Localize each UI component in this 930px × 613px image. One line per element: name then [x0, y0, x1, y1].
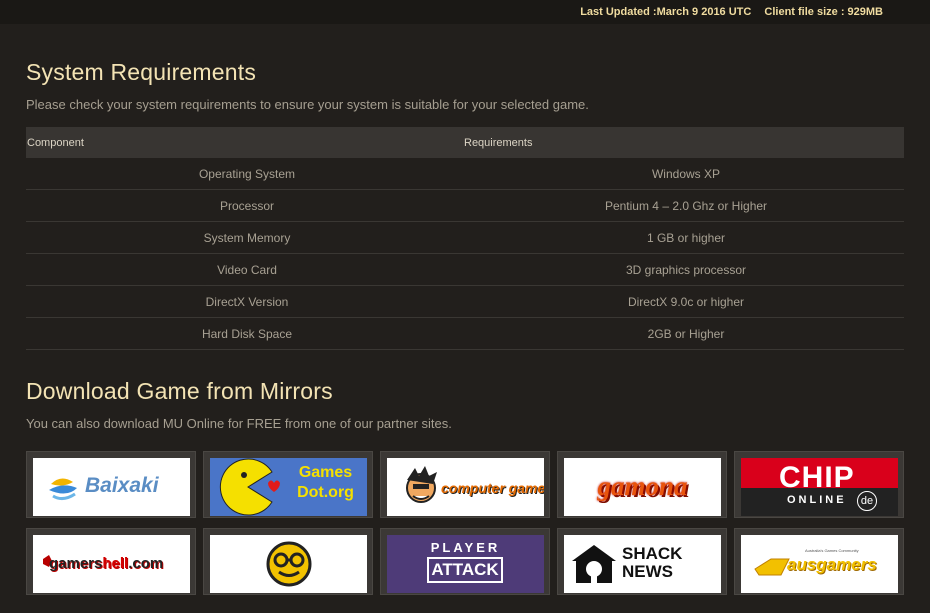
requirement-cell: Pentium 4 – 2.0 Ghz or Higher	[468, 189, 904, 222]
update-info: Last Updated :March 9 2016 UTC Client fi…	[570, 6, 883, 18]
component-cell: System Memory	[26, 221, 468, 254]
chip-online-text: ONLINE	[787, 494, 847, 506]
table-row: System Memory 1 GB or higher	[26, 221, 904, 254]
mirrors-title: Download Game from Mirrors	[26, 378, 333, 404]
pacman-logo: Games Dot.org	[210, 458, 367, 516]
component-cell: Video Card	[26, 253, 468, 286]
chip-logo: CHIP ONLINE de	[741, 458, 898, 516]
mirror-tile-gamesdot[interactable]: Games Dot.org	[203, 451, 373, 518]
player-attack-logo: PLAYER ATTACK	[387, 535, 544, 593]
mirror-tile-baixaki[interactable]: Baixaki	[26, 451, 196, 518]
component-cell: Processor	[26, 189, 468, 222]
mirror-label-ausgamers: ausgamers	[787, 555, 877, 574]
table-row: DirectX Version DirectX 9.0c or higher	[26, 285, 904, 318]
requirement-cell: 3D graphics processor	[468, 253, 904, 286]
table-row: Processor Pentium 4 – 2.0 Ghz or Higher	[26, 189, 904, 222]
mirror-tile-gamershell[interactable]: gamershell.com	[26, 528, 196, 595]
shacknews-text: SHACK NEWS	[622, 544, 683, 581]
mirror-tile-computer-games[interactable]: computer games	[380, 451, 550, 518]
player-text: PLAYER	[430, 540, 501, 555]
chip-text: CHIP	[779, 461, 855, 494]
table-header-row: Component Requirements	[26, 127, 904, 158]
gamesdot-text: Games Dot.org	[297, 464, 354, 501]
requirements-title: System Requirements	[26, 59, 257, 85]
column-header-component: Component	[26, 127, 468, 158]
component-cell: DirectX Version	[26, 285, 468, 318]
requirement-cell: 1 GB or higher	[468, 221, 904, 254]
mirror-tile-player-attack[interactable]: PLAYER ATTACK	[380, 528, 550, 595]
smiley-glasses-logo	[210, 535, 367, 593]
requirement-cell: DirectX 9.0c or higher	[468, 285, 904, 318]
mirror-tile-chip[interactable]: CHIP ONLINE de	[734, 451, 904, 518]
mirror-label-computer-games: computer games	[441, 480, 544, 496]
table-row: Operating System Windows XP	[26, 158, 904, 190]
shacknews-logo: SHACK NEWS	[564, 535, 721, 593]
table-row: Video Card 3D graphics processor	[26, 253, 904, 286]
mirror-tile-gamona[interactable]: gamona	[557, 451, 727, 518]
mirror-label-gamona: gamona	[597, 471, 688, 501]
column-header-requirements: Requirements	[464, 127, 904, 158]
chip-de-badge: de	[857, 491, 877, 511]
component-cell: Hard Disk Space	[26, 317, 468, 350]
last-updated: Last Updated :March 9 2016 UTC	[580, 6, 752, 18]
requirements-subtitle: Please check your system requirements to…	[26, 97, 589, 112]
client-file-size: Client file size : 929MB	[764, 6, 883, 18]
mirror-label-baixaki: Baixaki	[85, 474, 159, 497]
mirror-tile-shacknews[interactable]: SHACK NEWS	[557, 528, 727, 595]
mirror-tile-ausgamers[interactable]: Australia's Games Community ausgamers	[734, 528, 904, 595]
requirement-cell: Windows XP	[468, 158, 904, 190]
top-bar: Last Updated :March 9 2016 UTC Client fi…	[0, 0, 930, 24]
computer-games-logo: computer games	[387, 458, 544, 516]
ausgamers-logo: Australia's Games Community ausgamers	[741, 535, 898, 593]
requirement-cell: 2GB or Higher	[468, 317, 904, 350]
mirror-label-gamershell: gamershell.com	[49, 555, 164, 572]
mirror-tile-smiley[interactable]	[203, 528, 373, 595]
baixaki-logo: Baixaki	[33, 458, 190, 516]
attack-text: ATTACK	[427, 557, 503, 583]
gamershell-logo: gamershell.com	[33, 535, 190, 593]
component-cell: Operating System	[26, 158, 468, 190]
gamona-logo: gamona	[564, 458, 721, 516]
mirrors-subtitle: You can also download MU Online for FREE…	[26, 416, 452, 431]
requirements-table: Component Requirements Operating System W…	[26, 127, 904, 350]
table-row: Hard Disk Space 2GB or Higher	[26, 317, 904, 350]
